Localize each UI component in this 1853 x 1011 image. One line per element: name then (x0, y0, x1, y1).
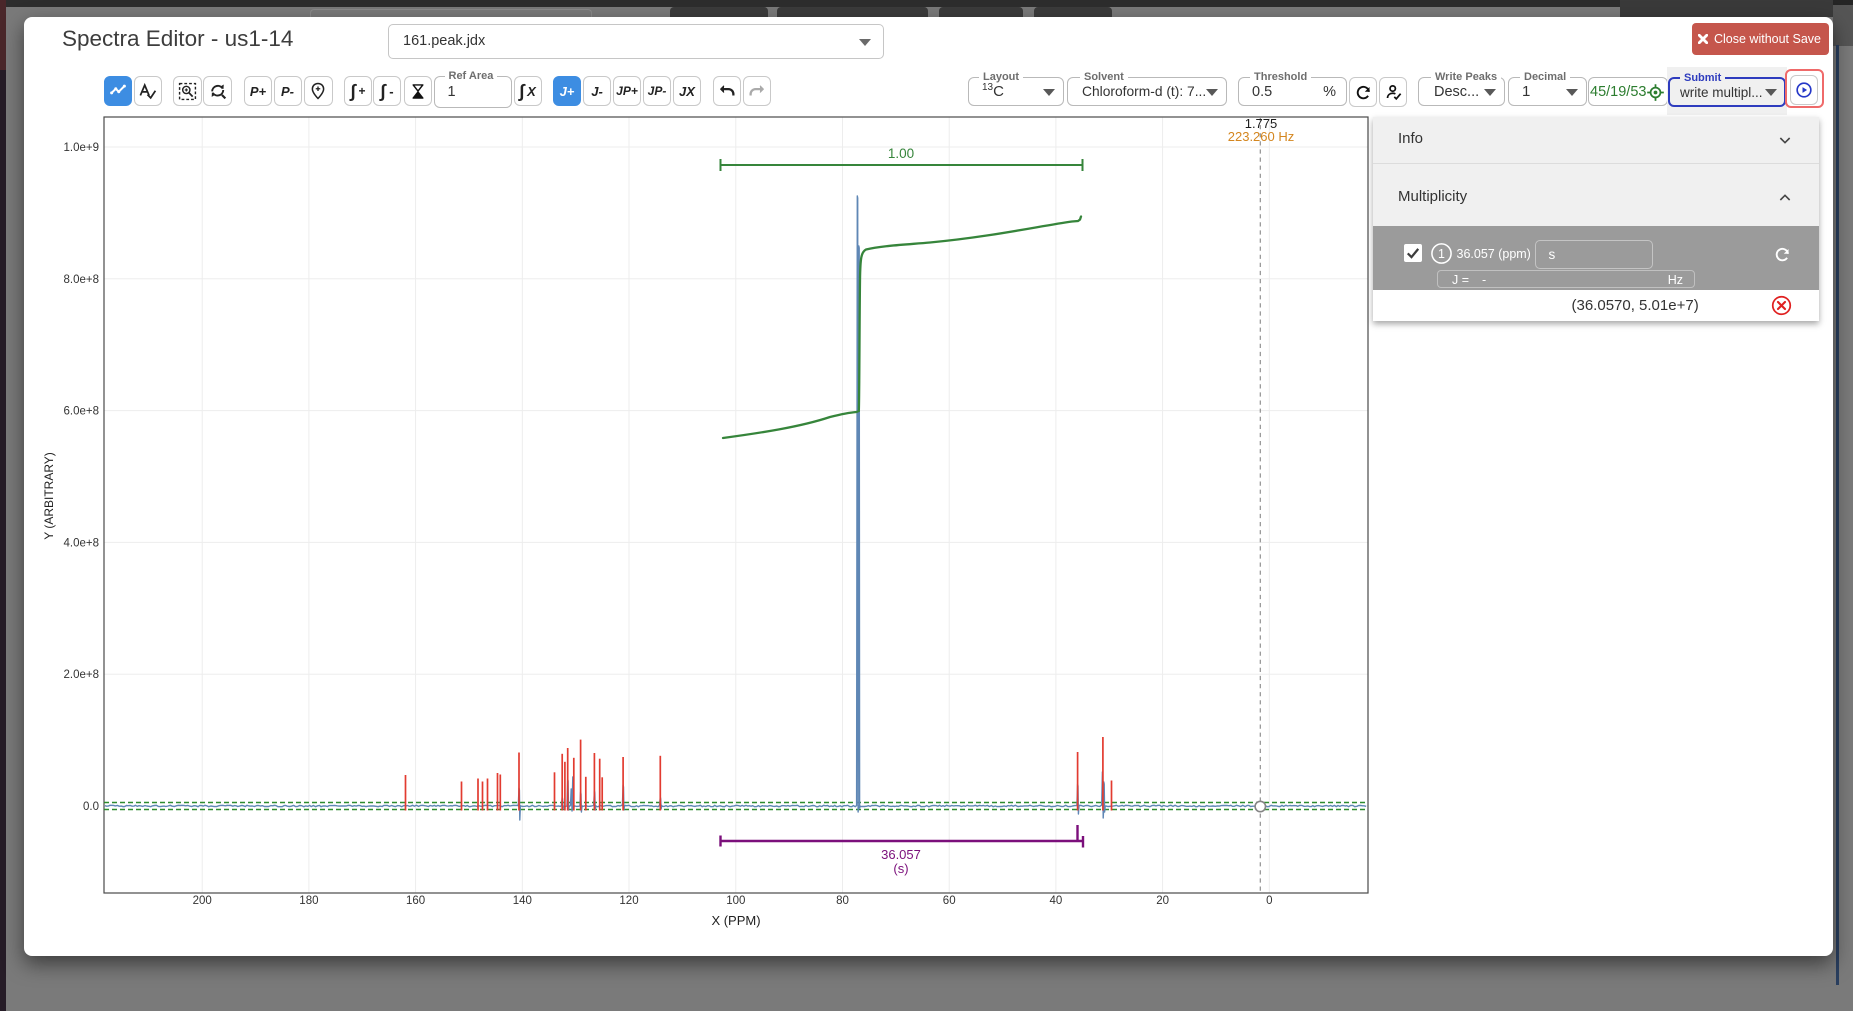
svg-text:2.0e+8: 2.0e+8 (64, 669, 100, 681)
svg-text:8.0e+8: 8.0e+8 (64, 274, 100, 286)
svg-text:140: 140 (513, 895, 532, 907)
svg-text:1.0e+9: 1.0e+9 (64, 142, 100, 154)
svg-text:223.260 Hz: 223.260 Hz (1228, 129, 1295, 144)
svg-text:160: 160 (406, 895, 425, 907)
svg-text:80: 80 (836, 895, 849, 907)
svg-text:6.0e+8: 6.0e+8 (64, 406, 100, 418)
svg-text:(s): (s) (893, 861, 908, 876)
svg-text:Y (ARBITRARY): Y (ARBITRARY) (42, 452, 56, 540)
svg-text:36.057: 36.057 (881, 847, 921, 862)
svg-text:200: 200 (193, 895, 212, 907)
svg-text:100: 100 (726, 895, 745, 907)
svg-text:60: 60 (943, 895, 956, 907)
svg-text:X (PPM): X (PPM) (711, 913, 760, 928)
svg-text:4.0e+8: 4.0e+8 (64, 537, 100, 549)
svg-text:0: 0 (1266, 895, 1272, 907)
svg-text:20: 20 (1156, 895, 1169, 907)
svg-text:180: 180 (299, 895, 318, 907)
svg-text:0.0: 0.0 (83, 801, 99, 813)
svg-text:120: 120 (619, 895, 638, 907)
svg-text:1.00: 1.00 (888, 146, 914, 161)
svg-text:40: 40 (1050, 895, 1063, 907)
svg-text:1: 1 (1438, 246, 1445, 260)
